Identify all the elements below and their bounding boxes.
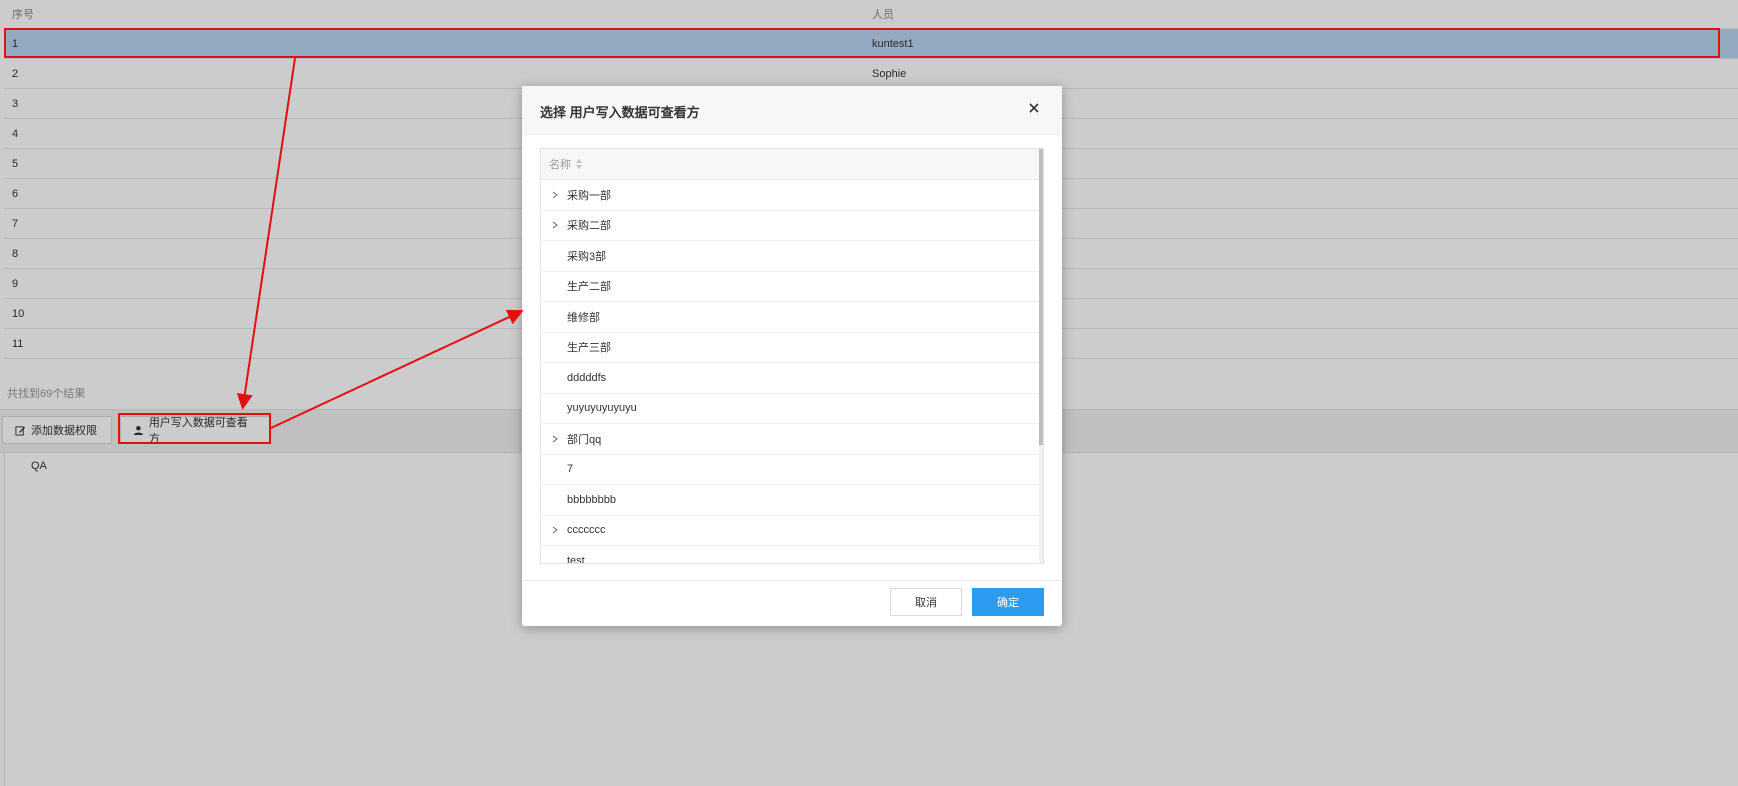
select-visible-party-dialog: 选择 用户写入数据可查看方 名称 采购一部采购二部采购3部生产二部维修部生产三部… (522, 86, 1062, 626)
tree-row[interactable]: 采购二部 (541, 211, 1043, 241)
tree-row[interactable]: 采购3部 (541, 241, 1043, 272)
column-header-name: 名称 (549, 159, 571, 171)
tree-row[interactable]: test (541, 546, 1043, 564)
tree-item-label: 采购3部 (567, 250, 607, 263)
dialog-footer: 取消 确定 (522, 580, 1062, 626)
cancel-button[interactable]: 取消 (890, 588, 962, 616)
tree-item-label: dddddfs (567, 371, 607, 384)
tree-item-label: 生产二部 (567, 281, 611, 294)
chevron-right-icon[interactable] (551, 526, 559, 534)
tree-item-label: bbbbbbbb (567, 493, 616, 506)
close-icon[interactable] (1026, 100, 1042, 116)
tree-item-label: 采购一部 (567, 189, 611, 202)
tree-row[interactable]: bbbbbbbb (541, 485, 1043, 516)
dialog-title: 选择 用户写入数据可查看方 (540, 105, 700, 120)
confirm-button[interactable]: 确定 (972, 588, 1044, 616)
tree-row[interactable]: dddddfs (541, 363, 1043, 394)
tree-row[interactable]: 7 (541, 455, 1043, 485)
tree-body: 采购一部采购二部采购3部生产二部维修部生产三部 dddddfs yuyuyuyuyu… (541, 180, 1043, 564)
scrollbar[interactable] (1039, 149, 1043, 563)
tree-item-label: 采购二部 (567, 220, 611, 233)
tree-item-label: yuyuyuyuyuyu (567, 402, 637, 415)
dialog-header: 选择 用户写入数据可查看方 (522, 86, 1062, 135)
chevron-right-icon[interactable] (551, 221, 559, 229)
tree-item-label: ccccccc (567, 524, 606, 537)
tree-item-label: 7 (567, 463, 574, 476)
tree-row[interactable]: 生产二部 (541, 272, 1043, 302)
tree-item-label: test (567, 554, 585, 564)
tree-row[interactable]: 部门qq (541, 424, 1043, 455)
tree-row[interactable]: 生产三部 (541, 333, 1043, 363)
tree-row[interactable]: ccccccc (541, 516, 1043, 546)
tree-row[interactable]: 采购一部 (541, 180, 1043, 211)
chevron-right-icon[interactable] (551, 435, 559, 443)
tree-item-label: 生产三部 (567, 342, 611, 355)
tree-header: 名称 (541, 149, 1043, 180)
tree-table: 名称 采购一部采购二部采购3部生产二部维修部生产三部 dddddfs yuyuyuy… (540, 148, 1044, 564)
sort-icon[interactable] (575, 158, 583, 170)
scrollbar-thumb[interactable] (1039, 149, 1043, 445)
tree-item-label: 维修部 (567, 311, 600, 324)
tree-row[interactable]: yuyuyuyuyuyu (541, 394, 1043, 424)
tree-item-label: 部门qq (567, 433, 602, 446)
tree-row[interactable]: 维修部 (541, 302, 1043, 333)
chevron-right-icon[interactable] (551, 191, 559, 199)
